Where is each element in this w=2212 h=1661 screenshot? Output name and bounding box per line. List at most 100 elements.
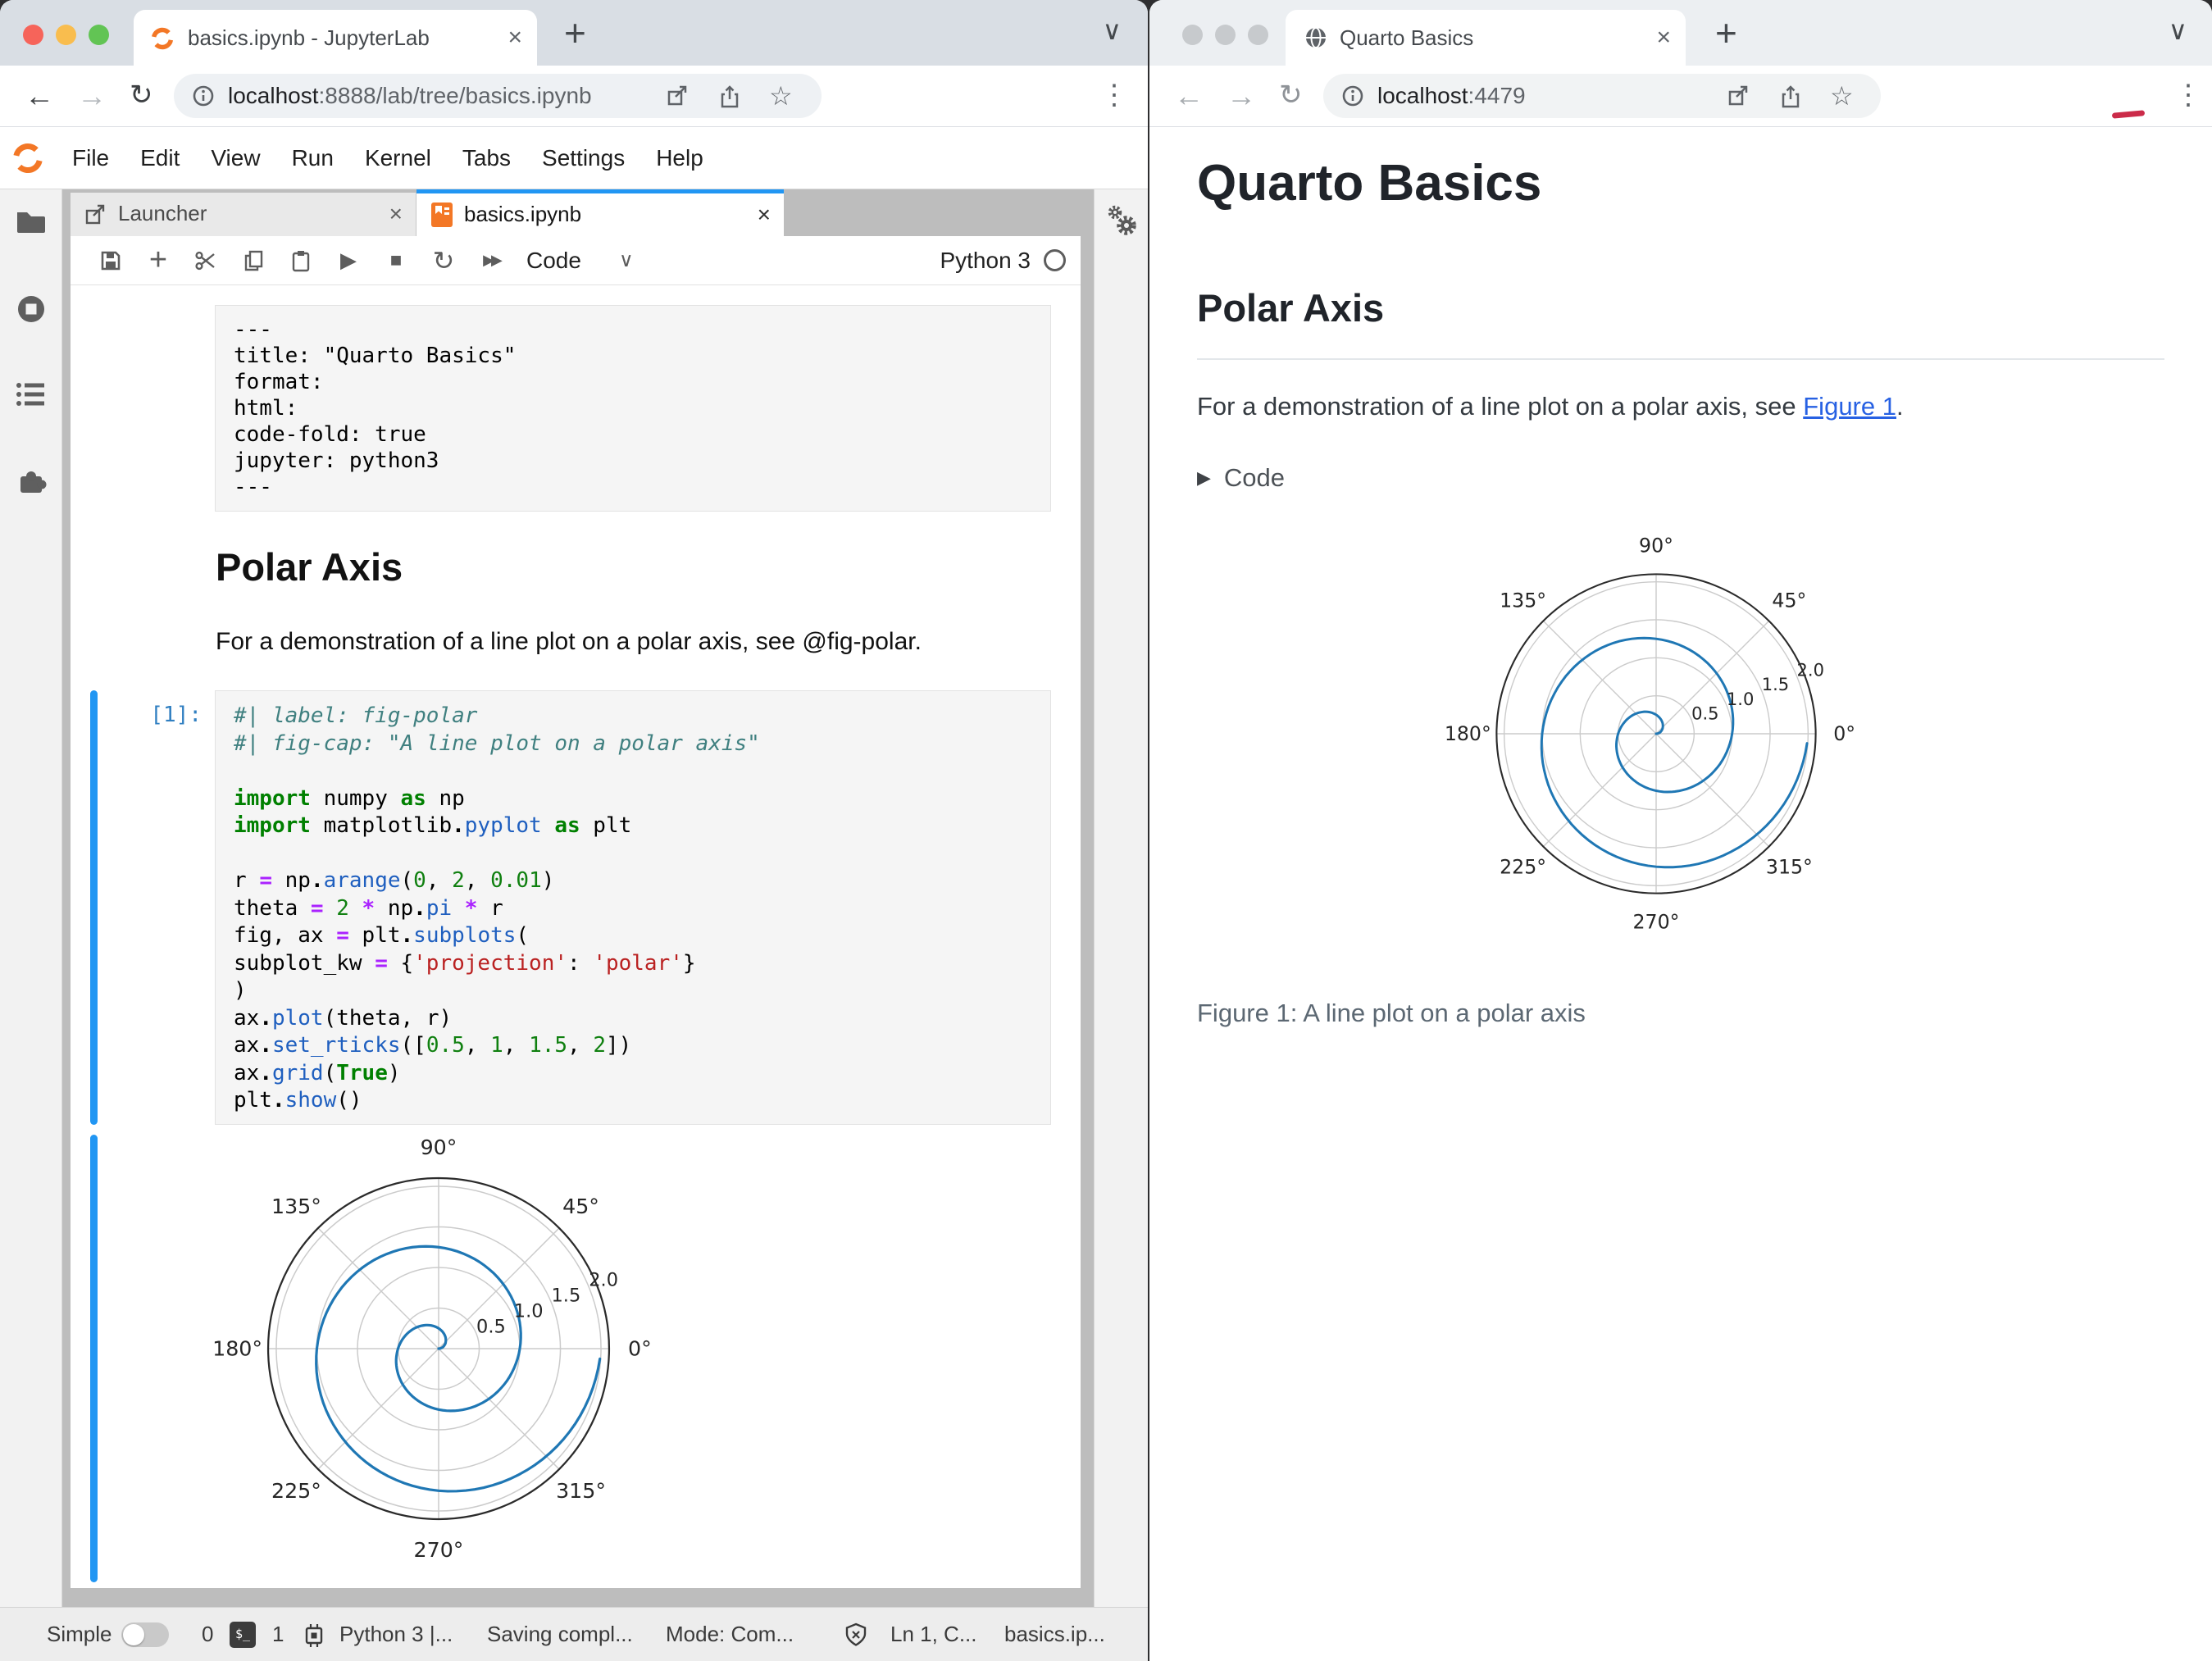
site-info-icon[interactable]: [1341, 84, 1364, 107]
launcher-tab-close-icon[interactable]: ×: [389, 193, 403, 234]
site-info-icon[interactable]: [192, 84, 215, 107]
yaml-raw-cell[interactable]: --- title: "Quarto Basics" format: html: c…: [215, 305, 1051, 512]
browser-menu-icon[interactable]: ⋮: [1100, 66, 1128, 125]
menu-tabs[interactable]: Tabs: [462, 127, 511, 189]
kernel-count[interactable]: 1: [272, 1608, 284, 1660]
svg-text:1.5: 1.5: [552, 1286, 581, 1307]
extension-manager-icon[interactable]: [15, 465, 48, 498]
share-icon[interactable]: [1779, 84, 1802, 109]
cut-cells-button[interactable]: [182, 248, 230, 273]
trust-shield-icon[interactable]: [843, 1622, 869, 1648]
cell-type-chevron-icon[interactable]: ∨: [619, 248, 634, 272]
back-icon[interactable]: ←: [25, 66, 54, 125]
menu-settings[interactable]: Settings: [542, 127, 625, 189]
run-icon: ▶: [340, 248, 357, 272]
share-icon[interactable]: [718, 84, 741, 109]
restart-icon: ↻: [432, 245, 455, 275]
markdown-heading: Polar Axis: [216, 545, 403, 589]
output-collapser[interactable]: [90, 1135, 98, 1582]
browser-tab-quarto[interactable]: Quarto Basics ×: [1286, 10, 1686, 66]
run-cell-button[interactable]: ▶: [325, 248, 372, 273]
menu-kernel[interactable]: Kernel: [365, 127, 431, 189]
forward-icon[interactable]: →: [77, 66, 107, 125]
traffic-zoom-button[interactable]: [89, 25, 109, 45]
tab-search-chevron-icon[interactable]: ∨: [2169, 15, 2187, 46]
browser-menu-icon[interactable]: ⋮: [2174, 66, 2202, 125]
file-browser-icon[interactable]: [15, 207, 48, 237]
forward-icon[interactable]: →: [1227, 66, 1256, 125]
code-fold-toggle[interactable]: ▶ Code: [1197, 463, 1285, 493]
menu-file[interactable]: File: [72, 127, 109, 189]
simple-mode-label: Simple: [47, 1622, 112, 1646]
dock-tab-launcher[interactable]: Launcher ×: [71, 193, 416, 236]
browser-tabstrip: Quarto Basics × + ∨: [1149, 0, 2212, 66]
address-bar[interactable]: localhost:8888/lab/tree/basics.ipynb ☆: [174, 74, 822, 118]
cursor-position[interactable]: Ln 1, C...: [890, 1608, 977, 1660]
terminal-icon: $_: [230, 1622, 256, 1648]
saving-status[interactable]: Saving compl...: [487, 1608, 633, 1660]
cell-type-dropdown[interactable]: Code: [526, 248, 581, 274]
address-bar[interactable]: localhost:4479 ☆: [1323, 74, 1881, 118]
terminal-count[interactable]: 0: [202, 1608, 213, 1660]
traffic-close-button[interactable]: [1182, 25, 1203, 45]
command-mode-status[interactable]: Mode: Com...: [666, 1608, 794, 1660]
toggle-knob: [123, 1624, 144, 1645]
menu-edit[interactable]: Edit: [140, 127, 180, 189]
open-in-window-icon[interactable]: [1727, 84, 1750, 107]
jupyterlab-menubar: File Edit View Run Kernel Tabs Settings …: [0, 127, 1148, 189]
svg-text:45°: 45°: [562, 1195, 599, 1218]
code-cell[interactable]: #| label: fig-polar #| fig-cap: "A line p…: [215, 690, 1051, 1125]
tab-search-chevron-icon[interactable]: ∨: [1103, 15, 1122, 46]
url-text[interactable]: localhost:8888/lab/tree/basics.ipynb: [228, 74, 592, 118]
svg-text:270°: 270°: [1633, 911, 1680, 934]
statusbar-filename[interactable]: basics.ip...: [1004, 1608, 1105, 1660]
new-tab-button[interactable]: +: [564, 7, 586, 59]
reload-icon[interactable]: ↻: [1279, 66, 1303, 125]
kernel-name[interactable]: Python 3: [940, 248, 1031, 274]
copy-cells-button[interactable]: [230, 248, 277, 273]
table-of-contents-icon[interactable]: [15, 380, 48, 409]
traffic-minimize-button[interactable]: [56, 25, 76, 45]
svg-text:270°: 270°: [414, 1538, 464, 1562]
running-sessions-icon[interactable]: [15, 293, 48, 325]
section-divider: [1197, 358, 2164, 360]
svg-text:1.0: 1.0: [514, 1301, 544, 1322]
traffic-minimize-button[interactable]: [1215, 25, 1236, 45]
open-in-window-icon[interactable]: [666, 84, 689, 107]
bookmark-star-icon[interactable]: ☆: [769, 74, 793, 118]
input-collapser[interactable]: [90, 690, 98, 1125]
traffic-close-button[interactable]: [23, 25, 43, 45]
back-icon[interactable]: ←: [1174, 66, 1204, 125]
paste-cells-button[interactable]: [277, 248, 325, 273]
reload-icon[interactable]: ↻: [130, 66, 153, 125]
scissors-icon: [195, 251, 215, 270]
dock-tab-notebook[interactable]: basics.ipynb ×: [416, 189, 784, 236]
svg-text:0°: 0°: [628, 1337, 652, 1361]
tab-close-icon[interactable]: ×: [1656, 10, 1671, 66]
interrupt-kernel-button[interactable]: ■: [372, 249, 420, 272]
traffic-zoom-button[interactable]: [1248, 25, 1268, 45]
new-tab-button[interactable]: +: [1715, 7, 1737, 59]
kernel-status-icon[interactable]: [1044, 249, 1066, 271]
figure-1-link[interactable]: Figure 1: [1803, 392, 1896, 421]
restart-run-all-button[interactable]: ▶▶: [467, 252, 515, 269]
simple-mode-toggle[interactable]: [121, 1622, 169, 1647]
notebook-tab-label: basics.ipynb: [464, 202, 582, 226]
code-fold-label: Code: [1223, 463, 1286, 492]
kernel-status-text[interactable]: Python 3 |...: [339, 1608, 453, 1660]
notebook-tab-close-icon[interactable]: ×: [758, 193, 771, 235]
menu-help[interactable]: Help: [656, 127, 703, 189]
save-button[interactable]: [87, 248, 134, 273]
bookmark-star-icon[interactable]: ☆: [1830, 74, 1854, 118]
svg-text:135°: 135°: [1500, 589, 1546, 612]
figure-caption: Figure 1: A line plot on a polar axis: [1197, 999, 1586, 1027]
browser-tab-jupyterlab[interactable]: basics.ipynb - JupyterLab ×: [134, 10, 537, 66]
menu-run[interactable]: Run: [292, 127, 334, 189]
tab-close-icon[interactable]: ×: [507, 10, 522, 66]
url-text[interactable]: localhost:4479: [1377, 74, 1526, 118]
menu-view[interactable]: View: [211, 127, 260, 189]
property-inspector-gears-icon[interactable]: [1104, 203, 1140, 242]
polar-figure-notebook-output: 0° 45° 90° 135° 180° 225° 270° 315° 0.5 1.0 1.5 2.0: [208, 1118, 669, 1579]
add-cell-button[interactable]: +: [134, 243, 182, 278]
restart-kernel-button[interactable]: ↻: [420, 245, 467, 276]
